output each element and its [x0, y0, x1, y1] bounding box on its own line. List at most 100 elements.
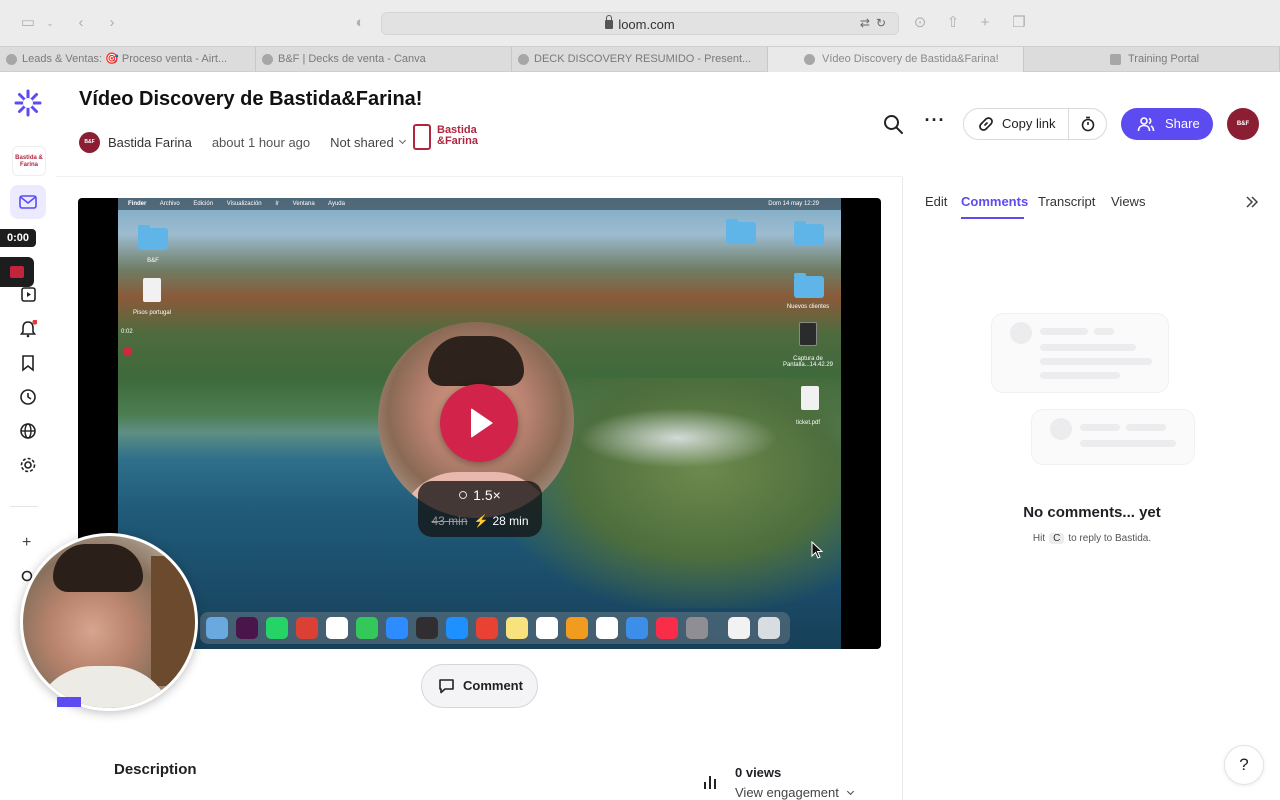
menu-item: Visualización: [226, 201, 262, 207]
speed-gauge-icon: [459, 491, 468, 499]
privacy-shield-icon[interactable]: ◐: [350, 13, 370, 33]
download-icon[interactable]: ⊙: [910, 13, 930, 33]
view-engagement-link[interactable]: View engagement: [735, 785, 855, 800]
trash-icon: [758, 617, 780, 639]
tab-label: DECK DISCOVERY RESUMIDO - Present...: [534, 53, 752, 65]
music-icon: [656, 617, 678, 639]
tab-edit[interactable]: Edit: [925, 194, 947, 209]
bookmark-icon[interactable]: [19, 354, 37, 372]
tab-label: Vídeo Discovery de Bastida&Farina!: [822, 53, 999, 65]
user-avatar[interactable]: B&F: [1227, 108, 1259, 140]
translate-reload-icons[interactable]: ⇄↻: [860, 16, 892, 30]
speed-value: 1.5×: [473, 487, 501, 503]
empty-comments-hint: Hit Cto reply to Bastida.: [903, 533, 1280, 544]
skeleton-line: [1040, 358, 1152, 365]
inner-record-indicator: [124, 347, 132, 355]
skeleton-avatar: [1010, 322, 1032, 344]
help-button[interactable]: ?: [1224, 745, 1264, 785]
copy-link-button[interactable]: Copy link: [964, 109, 1069, 139]
launchpad-icon: [206, 617, 228, 639]
library-nav-item[interactable]: [10, 185, 46, 219]
browser-tab[interactable]: B&F | Decks de venta - Canva: [256, 47, 512, 72]
page-title: Vídeo Discovery de Bastida&Farina!: [79, 88, 423, 110]
rail-divider: [10, 506, 38, 507]
chrome-icon: [476, 617, 498, 639]
menu-item: Finder: [128, 201, 147, 207]
new-tab-icon[interactable]: +: [975, 13, 995, 33]
plus-icon[interactable]: +: [22, 534, 31, 552]
skeleton-line: [1040, 328, 1088, 335]
browser-tab-active[interactable]: Vídeo Discovery de Bastida&Farina!: [768, 47, 1024, 72]
desktop-label: ticket.pdf: [795, 420, 820, 426]
sharing-dropdown[interactable]: Not shared: [330, 135, 394, 150]
brand-line: &Farina: [437, 135, 478, 147]
copy-link-group: Copy link: [963, 108, 1107, 140]
skeleton-line: [1080, 424, 1120, 431]
skeleton-avatar: [1050, 418, 1072, 440]
timestamp-button[interactable]: [1070, 109, 1107, 139]
stop-recording-button[interactable]: [0, 257, 34, 287]
globe-icon[interactable]: [19, 422, 37, 440]
share-button[interactable]: Share: [1121, 108, 1213, 140]
play-button[interactable]: [440, 384, 518, 462]
share-sheet-icon[interactable]: ⇧: [943, 13, 963, 33]
collapse-panel-icon[interactable]: [1245, 195, 1259, 209]
desktop-label: B&F: [147, 258, 159, 264]
sidebar-toggle-icon[interactable]: ▭: [18, 13, 38, 33]
skeleton-line: [1040, 344, 1136, 351]
camera-hair: [53, 544, 143, 592]
folder-icon: [138, 225, 168, 250]
clock-icon[interactable]: [19, 388, 37, 406]
tab-transcript[interactable]: Transcript: [1038, 194, 1095, 209]
empty-state-card: [1031, 409, 1195, 465]
menu-clock: Dom 14 may 12:29: [768, 201, 819, 207]
browser-tab[interactable]: DECK DISCOVERY RESUMIDO - Present...: [512, 47, 768, 72]
document-icon: [728, 617, 750, 639]
description-heading: Description: [114, 761, 197, 778]
search-icon[interactable]: [882, 113, 904, 135]
workspace-logo: Bastida &Farina: [413, 123, 481, 153]
chevron-down-icon[interactable]: ⌄: [40, 13, 60, 33]
video-player[interactable]: Finder Archivo Edición Visualización Ir …: [78, 198, 881, 649]
videos-icon[interactable]: [19, 285, 37, 303]
comment-button[interactable]: Comment: [421, 664, 538, 708]
link-icon: [979, 117, 993, 131]
notes-icon: [506, 617, 528, 639]
screenshot-icon: [799, 322, 817, 346]
slack-icon: [236, 617, 258, 639]
forward-icon[interactable]: ›: [102, 13, 122, 33]
background-door: [151, 556, 195, 686]
bell-icon[interactable]: [19, 320, 37, 338]
more-options-icon[interactable]: ···: [924, 111, 946, 135]
header-divider: [56, 176, 902, 177]
zoom-icon: [386, 617, 408, 639]
workspace-switcher[interactable]: Bastida & Farina: [12, 146, 46, 176]
self-camera-bubble[interactable]: [20, 533, 198, 711]
document-icon: [143, 278, 161, 302]
recording-timer: 0:00: [0, 229, 36, 247]
view-engagement-label: View engagement: [735, 785, 839, 800]
empty-comments-title: No comments... yet: [1023, 504, 1161, 521]
loom-logo-icon[interactable]: [14, 89, 42, 117]
back-icon[interactable]: ‹: [71, 13, 91, 33]
avatar[interactable]: B&F: [79, 131, 100, 153]
gear-icon[interactable]: [19, 456, 37, 474]
browser-tab[interactable]: Training Portal: [1024, 47, 1280, 72]
chevron-down-icon[interactable]: [398, 136, 406, 145]
mouse-cursor-icon: [811, 541, 823, 559]
tab-views[interactable]: Views: [1111, 194, 1145, 209]
bar-chart-icon: [704, 776, 716, 789]
skeleton-line: [1040, 372, 1120, 379]
desktop-label: Captura de Pantalla...14.42.29: [782, 356, 834, 368]
tab-comments[interactable]: Comments: [961, 194, 1028, 209]
empty-state-card: [991, 313, 1169, 393]
author-name[interactable]: Bastida Farina: [108, 135, 192, 150]
hint-text: to reply to Bastida.: [1068, 533, 1152, 544]
playback-speed-pill[interactable]: 1.5× 43 min ⚡ 28 min: [418, 481, 542, 537]
browser-tab[interactable]: Leads & Ventas: 🎯 Proceso venta - Airt..…: [0, 47, 256, 72]
address-bar[interactable]: loom.com ⇄↻: [381, 12, 899, 35]
tab-overview-icon[interactable]: ❐: [1009, 13, 1029, 33]
tab-label: Training Portal: [1128, 53, 1200, 65]
readwise-icon: [596, 617, 618, 639]
tab-label: Leads & Ventas: 🎯 Proceso venta - Airt..…: [22, 53, 228, 65]
